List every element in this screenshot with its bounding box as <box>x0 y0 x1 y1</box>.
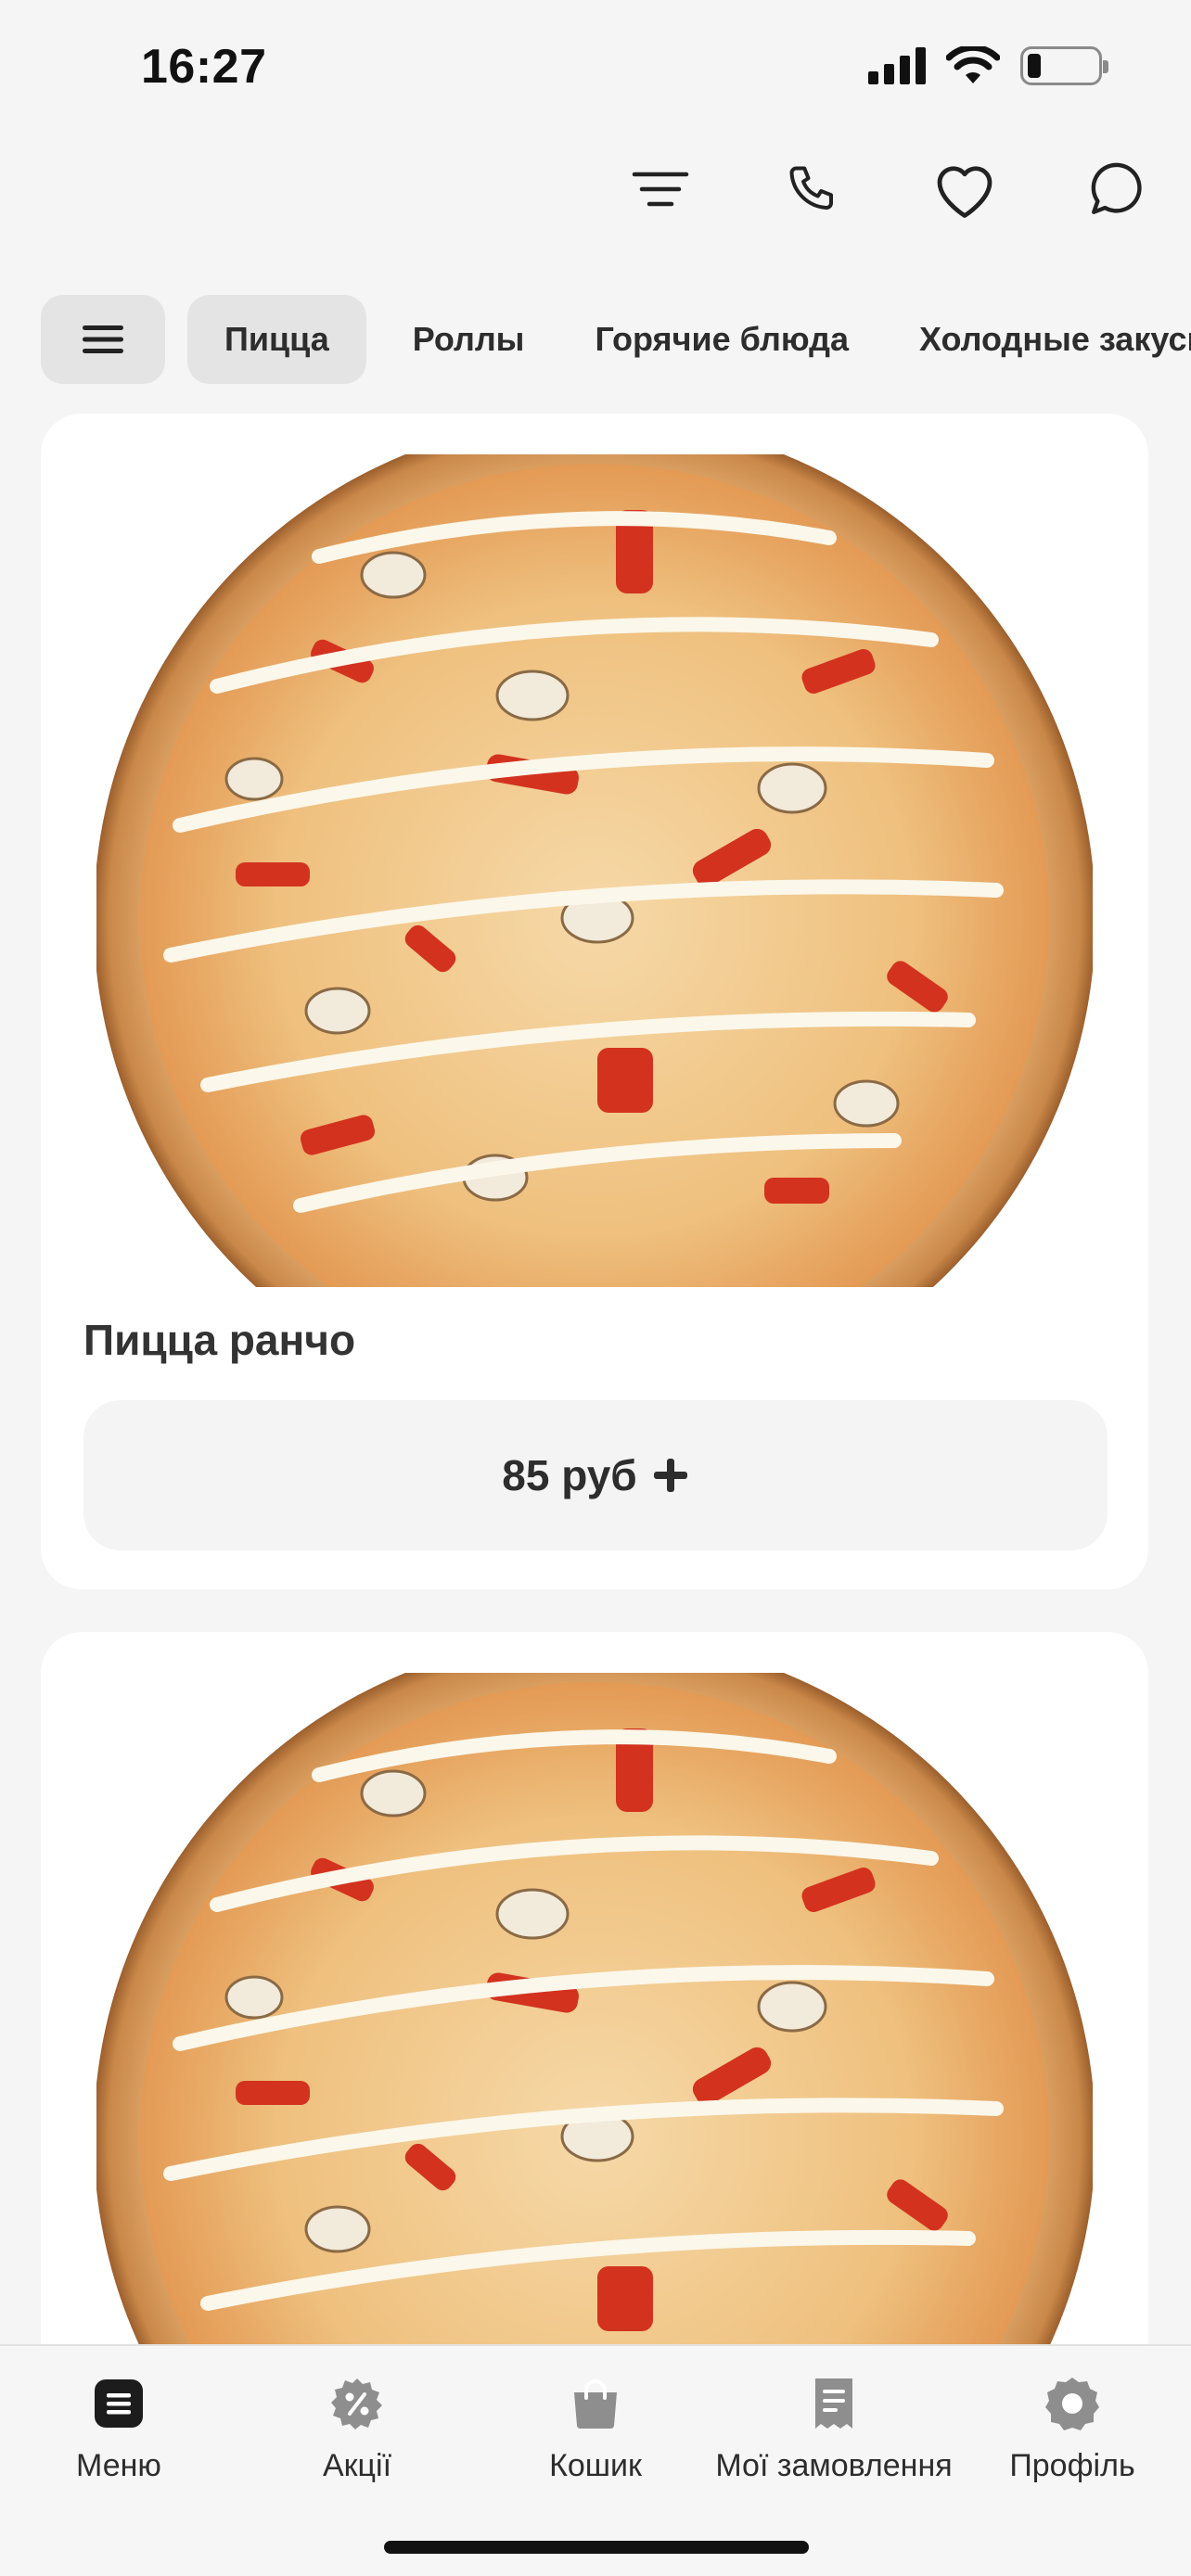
categories-menu-button[interactable] <box>41 295 165 384</box>
nav-item-profile[interactable]: Профіль <box>954 2374 1191 2484</box>
nav-label: Профіль <box>1009 2448 1135 2483</box>
nav-label: Кошик <box>549 2448 642 2483</box>
tab-hot-dishes[interactable]: Горячие блюда <box>570 295 873 384</box>
product-price: 85 руб <box>502 1451 637 1499</box>
call-button[interactable] <box>775 152 850 226</box>
nav-item-menu[interactable]: Меню <box>0 2374 237 2484</box>
wifi-icon <box>946 46 1000 83</box>
product-name: Пицца ранчо <box>83 1316 356 1364</box>
tab-pizza[interactable]: Пицца <box>187 295 366 384</box>
nav-item-cart[interactable]: Кошик <box>477 2374 714 2484</box>
nav-label: Акції <box>322 2448 392 2483</box>
phone-icon <box>789 166 833 210</box>
bag-icon <box>574 2379 617 2429</box>
filter-button[interactable] <box>623 152 698 226</box>
product-card[interactable]: Пицца ранчо 85 руб <box>41 414 1148 1589</box>
status-time: 16:27 <box>141 40 267 94</box>
nav-item-promotions[interactable]: Акції <box>238 2374 476 2484</box>
menu-list-icon <box>95 2379 143 2428</box>
cellular-signal-icon <box>868 47 926 84</box>
filter-icon <box>632 172 689 207</box>
favorites-button[interactable] <box>928 152 1002 226</box>
home-indicator[interactable] <box>384 2541 809 2554</box>
tab-cold-appetizers[interactable]: Холодные закуски <box>895 295 1191 384</box>
hamburger-menu-icon <box>83 325 123 353</box>
add-to-cart-button[interactable]: 85 руб <box>83 1400 1108 1550</box>
chat-button[interactable] <box>1080 152 1154 226</box>
discount-icon <box>331 2378 382 2429</box>
app-screen: 16:27 Пицца Роллы Горячие блюда Холодные… <box>0 0 1191 2576</box>
profile-icon <box>1045 2378 1099 2430</box>
battery-icon <box>1020 46 1108 85</box>
header-actions <box>623 152 1154 226</box>
receipt-icon <box>815 2378 852 2429</box>
status-icons <box>868 46 1108 85</box>
nav-item-my-orders[interactable]: Мої замовлення <box>715 2374 953 2484</box>
category-tabs: Пицца Роллы Горячие блюда Холодные закус… <box>41 295 1191 384</box>
tab-rolls[interactable]: Роллы <box>389 295 549 384</box>
chat-icon <box>1091 162 1142 214</box>
product-image[interactable] <box>96 454 1093 1287</box>
nav-label: Мої замовлення <box>715 2448 953 2483</box>
plus-icon <box>653 1459 687 1492</box>
heart-icon <box>937 166 992 218</box>
nav-label: Меню <box>76 2448 161 2483</box>
